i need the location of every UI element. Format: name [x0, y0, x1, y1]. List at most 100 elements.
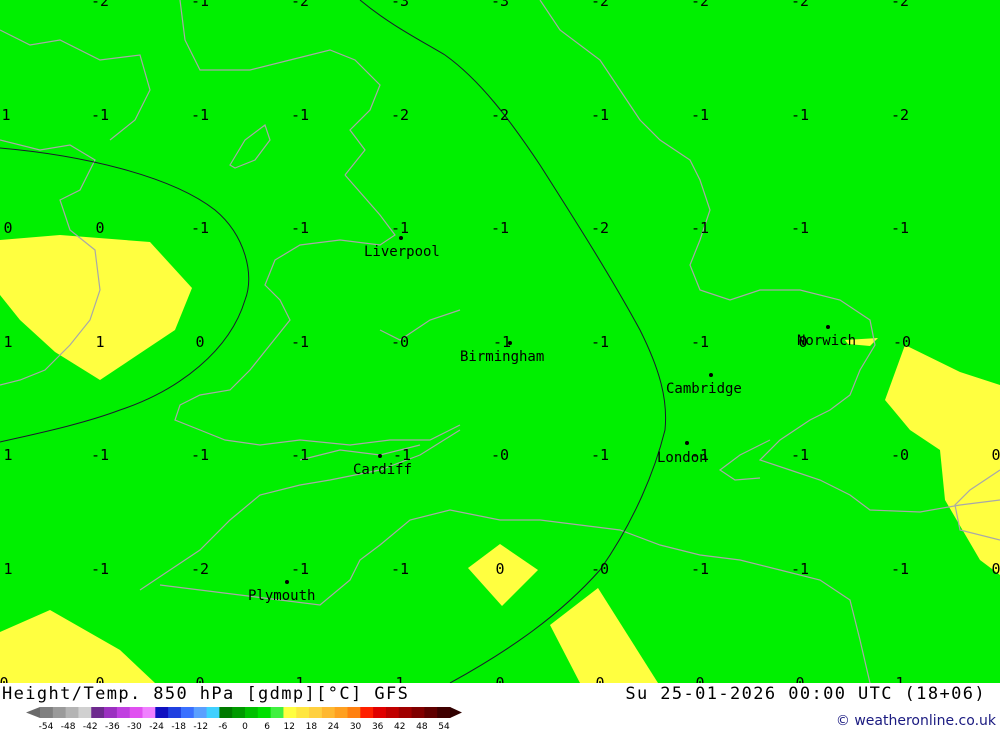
- colorbar-swatch: [219, 707, 233, 718]
- grid-value: 0: [195, 674, 204, 683]
- grid-value: -1: [691, 219, 709, 237]
- colorbar-swatch: [398, 707, 413, 718]
- grid-value: -2: [791, 0, 809, 10]
- colorbar-swatch: [232, 707, 246, 718]
- grid-value: 1: [3, 446, 12, 464]
- city-label: Plymouth: [248, 588, 315, 604]
- grid-value: 0: [595, 674, 604, 683]
- forecast-datetime: Su 25-01-2026 00:00 UTC (18+06): [625, 684, 986, 704]
- grid-value: -3: [391, 0, 409, 10]
- grid-value: -2: [391, 106, 409, 124]
- colorbar-swatch: [385, 707, 400, 718]
- grid-value: 1: [1, 106, 10, 124]
- colorbar-swatch: [91, 707, 105, 718]
- colorbar-swatch: [411, 707, 425, 718]
- city-label: London: [657, 450, 708, 466]
- grid-value: -1: [91, 560, 109, 578]
- grid-value: -1: [91, 446, 109, 464]
- colorbar-swatch: [52, 707, 67, 718]
- colorbar-swatch: [65, 707, 79, 718]
- city-marker: [285, 580, 289, 584]
- colorbar-tick-label: -48: [61, 722, 76, 731]
- grid-value: -2: [591, 219, 609, 237]
- colorbar-tick-label: 18: [306, 722, 318, 731]
- map-title: Height/Temp. 850 hPa [gdmp][°C] GFS: [2, 684, 410, 704]
- colorbar-swatch: [373, 707, 387, 718]
- credit-link[interactable]: © weatheronline.co.uk: [836, 713, 996, 729]
- colorbar-swatch: [321, 707, 336, 718]
- grid-value: -2: [91, 0, 109, 10]
- grid-value: -1: [691, 106, 709, 124]
- grid-value: -1: [91, 106, 109, 124]
- colorbar-tick-label: 54: [438, 722, 450, 731]
- grid-value: -2: [191, 560, 209, 578]
- colorbar-tick-label: 6: [264, 722, 270, 731]
- grid-value: 0: [0, 674, 9, 683]
- grid-value: 1: [3, 560, 12, 578]
- colorbar-swatch: [437, 707, 451, 718]
- city-label: Norwich: [797, 333, 856, 349]
- grid-value: -1: [791, 446, 809, 464]
- colorbar-tick-label: 42: [394, 722, 405, 731]
- grid-value: -2: [891, 106, 909, 124]
- colorbar-tick-label: -30: [127, 722, 142, 731]
- colorbar-ticks: -54 -48 -42 -36 -30 -24 -18 -12 -6 0 6 12 18 24 30 36 42…: [39, 722, 450, 731]
- grid-value: -0: [491, 446, 509, 464]
- colorbar-tick-label: 0: [242, 722, 248, 731]
- grid-value: -2: [591, 0, 609, 10]
- grid-value: -0: [391, 333, 409, 351]
- colorbar-swatch: [40, 707, 54, 718]
- colorbar-swatch: [78, 707, 92, 718]
- grid-value: 1: [895, 674, 904, 683]
- grid-value: -1: [691, 560, 709, 578]
- city-marker: [826, 325, 830, 329]
- grid-value: -1: [791, 106, 809, 124]
- colorbar-swatch: [155, 707, 169, 718]
- colorbar-tick-label: -54: [39, 722, 54, 731]
- grid-value: 1: [95, 333, 104, 351]
- grid-value: -1: [191, 0, 209, 10]
- grid-value: -1: [591, 446, 609, 464]
- grid-value: 0: [495, 560, 504, 578]
- colorbar-swatches: [26, 707, 462, 718]
- colorbar-tick-label: 30: [350, 722, 362, 731]
- colorbar-tick-label: -18: [171, 722, 186, 731]
- colorbar-swatch: [206, 707, 220, 718]
- city-marker: [685, 441, 689, 445]
- grid-value: 0: [95, 674, 104, 683]
- colorbar-tick-label: -6: [218, 722, 227, 731]
- grid-value: 0: [495, 674, 504, 683]
- colorbar-swatch: [424, 707, 438, 718]
- grid-value: -1: [291, 219, 309, 237]
- grid-value: -1: [891, 219, 909, 237]
- city-label: Cambridge: [666, 381, 742, 397]
- grid-value: 0: [695, 674, 704, 683]
- colorbar-swatch: [116, 707, 131, 718]
- colorbar-tick-label: -12: [193, 722, 208, 731]
- colorbar-swatch: [270, 707, 284, 718]
- city-marker: [709, 373, 713, 377]
- colorbar-arrow-left: [26, 707, 40, 718]
- grid-value: -2: [891, 0, 909, 10]
- colorbar-swatch: [168, 707, 182, 718]
- colorbar-tick-label: -42: [83, 722, 98, 731]
- grid-value: -1: [191, 106, 209, 124]
- grid-value: -1: [191, 219, 209, 237]
- grid-value: 1: [295, 674, 304, 683]
- grid-value: -0: [891, 446, 909, 464]
- grid-value: 0: [95, 219, 104, 237]
- grid-value: 0: [991, 446, 1000, 464]
- colorbar-swatch: [193, 707, 208, 718]
- grid-value: 1: [3, 333, 12, 351]
- grid-value: -1: [291, 333, 309, 351]
- colorbar-tick-label: 48: [416, 722, 428, 731]
- grid-value: -1: [491, 219, 509, 237]
- map-footer: Height/Temp. 850 hPa [gdmp][°C] GFS Su 2…: [0, 683, 1000, 733]
- grid-value: -1: [591, 333, 609, 351]
- colorbar-swatch: [142, 707, 156, 718]
- grid-value: -1: [391, 219, 409, 237]
- city-label: Cardiff: [353, 462, 412, 478]
- city-marker: [378, 454, 382, 458]
- colorbar-swatch: [296, 707, 310, 718]
- colorbar-tick-label: -24: [149, 722, 164, 731]
